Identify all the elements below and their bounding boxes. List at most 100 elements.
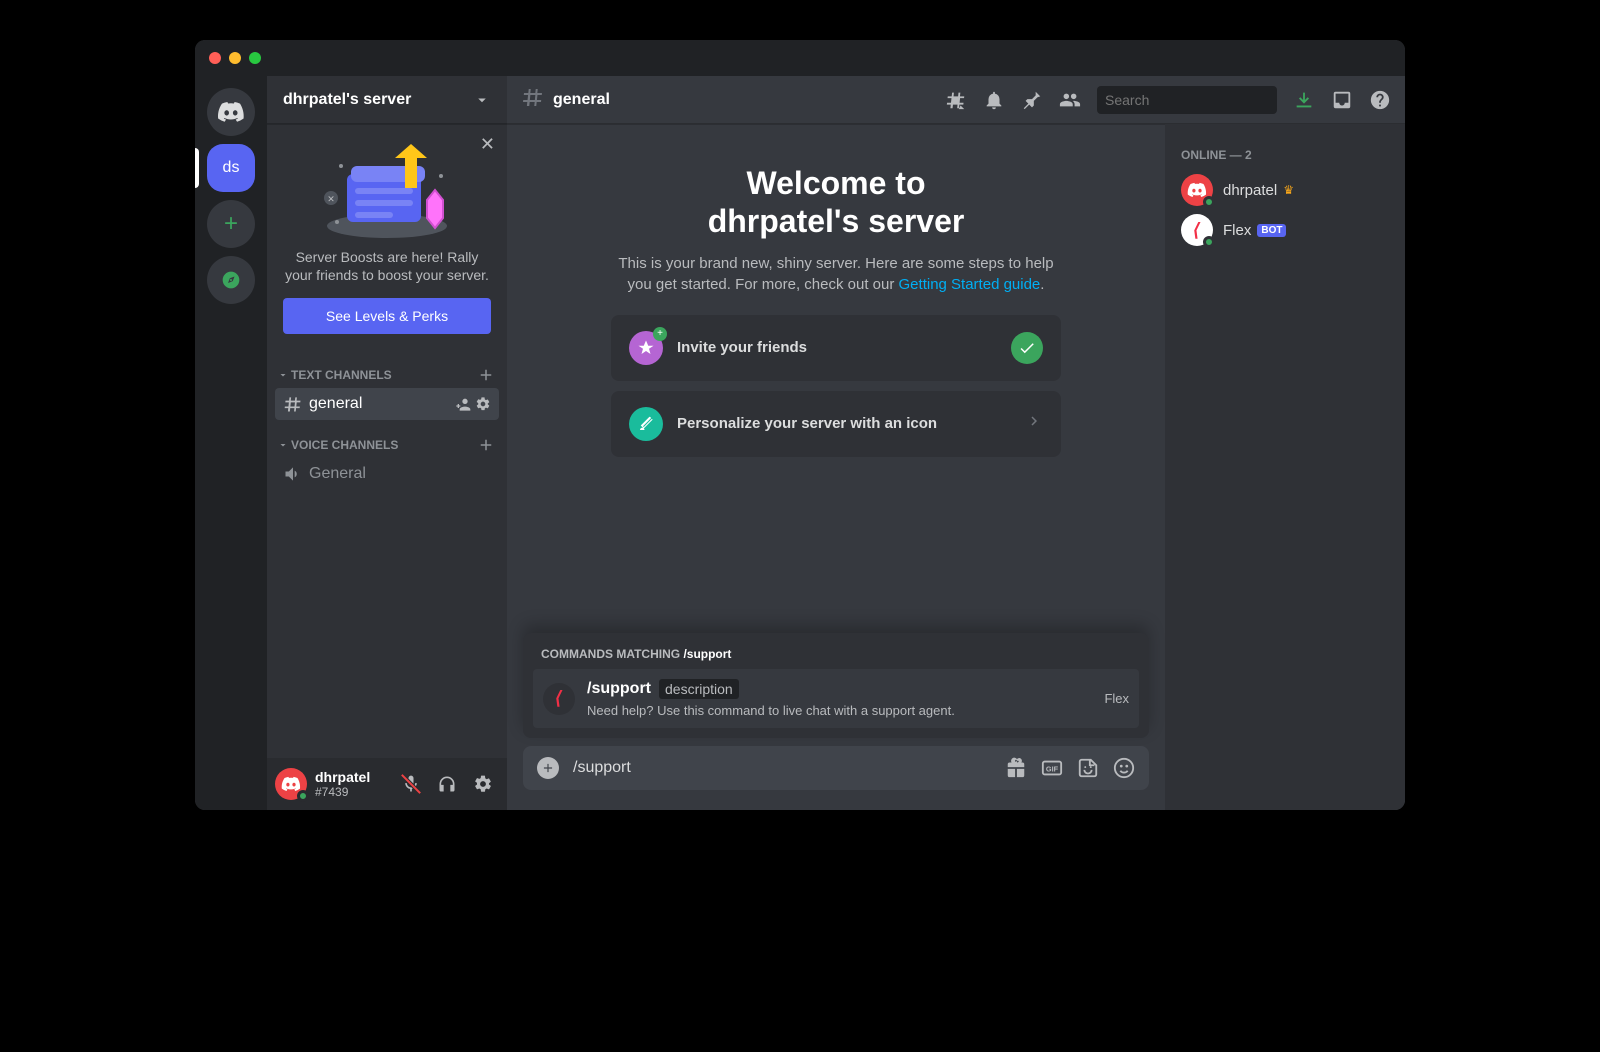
channel-title: general: [553, 91, 937, 109]
attach-button[interactable]: [537, 757, 559, 779]
pin-icon[interactable]: [1021, 89, 1043, 111]
welcome-subtitle: This is your brand new, shiny server. He…: [616, 253, 1056, 295]
bell-icon[interactable]: [983, 89, 1005, 111]
invite-icon: +: [629, 331, 663, 365]
members-icon[interactable]: [1059, 89, 1081, 111]
bot-tag: BOT: [1257, 224, 1286, 237]
gif-icon[interactable]: GIF: [1041, 757, 1063, 779]
explore-servers-button[interactable]: [207, 256, 255, 304]
member-dhrpatel[interactable]: dhrpatel ♛: [1173, 170, 1397, 210]
channel-general[interactable]: general: [275, 388, 499, 420]
getting-started-link[interactable]: Getting Started guide: [899, 276, 1041, 293]
inbox-download-icon[interactable]: [1293, 89, 1315, 111]
command-name: /support: [587, 680, 651, 698]
autocomplete-item[interactable]: ⟨ /support description Need help? Use th…: [533, 669, 1139, 728]
gear-icon: [473, 774, 493, 794]
category-label: Voice Channels: [291, 438, 398, 452]
inbox-icon[interactable]: [1331, 89, 1353, 111]
compass-icon: [221, 270, 241, 290]
message-input[interactable]: [573, 759, 991, 777]
owner-crown-icon: ♛: [1283, 183, 1294, 197]
command-autocomplete: COMMANDS MATCHING /support ⟨ /support de…: [523, 633, 1149, 738]
hash-icon: [521, 85, 545, 114]
svg-text:✕: ✕: [327, 194, 335, 204]
hash-icon: [283, 394, 303, 414]
chevron-right-icon: [1025, 412, 1043, 435]
discord-logo-icon: [217, 98, 245, 126]
threads-icon[interactable]: [945, 89, 967, 111]
close-window-button[interactable]: [209, 52, 221, 64]
speaker-icon: [283, 464, 303, 484]
user-panel: dhrpatel #7439: [267, 758, 507, 810]
server-name: dhrpatel's server: [283, 91, 411, 109]
channel-toolbar: general: [507, 76, 1405, 124]
boost-perks-button[interactable]: See Levels & Perks: [283, 298, 491, 334]
username: dhrpatel: [315, 769, 387, 785]
avatar[interactable]: [275, 768, 307, 800]
channel-sidebar: dhrpatel's server ✕ ✕: [267, 76, 507, 810]
category-label: Text Channels: [291, 368, 392, 382]
members-online-header: Online — 2: [1173, 140, 1397, 170]
home-button[interactable]: [207, 88, 255, 136]
gift-icon[interactable]: [1005, 757, 1027, 779]
chevron-down-icon: [473, 91, 491, 109]
welcome-title: Welcome todhrpatel's server: [708, 164, 965, 241]
brush-icon: [629, 407, 663, 441]
search-input[interactable]: [1105, 92, 1286, 108]
active-guild-indicator: [195, 148, 199, 188]
mute-button[interactable]: [395, 768, 427, 800]
card-personalize-server[interactable]: Personalize your server with an icon: [611, 391, 1061, 457]
guild-rail: ds +: [195, 76, 267, 810]
member-flex-bot[interactable]: ⟨ Flex BOT: [1173, 210, 1397, 250]
chat-area: Welcome todhrpatel's server This is your…: [507, 124, 1165, 810]
category-text-channels[interactable]: Text Channels: [275, 350, 499, 388]
flex-bot-icon: ⟨: [543, 683, 575, 715]
user-tag: #7439: [315, 785, 387, 799]
user-settings-button[interactable]: [467, 768, 499, 800]
add-channel-button[interactable]: [477, 366, 495, 384]
user-info[interactable]: dhrpatel #7439: [315, 769, 387, 799]
emoji-icon[interactable]: [1113, 757, 1135, 779]
gear-icon[interactable]: [475, 396, 491, 412]
voice-channel-general[interactable]: General: [275, 458, 499, 490]
boost-promo-card: ✕ ✕ Server Boosts are h: [267, 124, 507, 350]
command-source: Flex: [1104, 691, 1129, 706]
boost-artwork: ✕: [283, 140, 491, 240]
member-name: Flex: [1223, 222, 1251, 239]
status-online-icon: [1203, 236, 1215, 248]
deafen-button[interactable]: [431, 768, 463, 800]
message-composer: GIF: [507, 746, 1165, 810]
guild-dhrpatel-server[interactable]: ds: [207, 144, 255, 192]
headphones-icon: [437, 774, 457, 794]
category-voice-channels[interactable]: Voice Channels: [275, 420, 499, 458]
card-label: Personalize your server with an icon: [677, 415, 1011, 432]
traffic-lights: [209, 52, 261, 64]
add-server-button[interactable]: +: [207, 200, 255, 248]
app-window: ds + dhrpatel's server ✕: [195, 40, 1405, 810]
card-label: Invite your friends: [677, 339, 997, 356]
member-list: Online — 2 dhrpatel ♛ ⟨ Flex BOT: [1165, 124, 1405, 810]
check-icon: [1011, 332, 1043, 364]
search-box[interactable]: [1097, 86, 1277, 114]
member-name: dhrpatel: [1223, 182, 1277, 199]
server-header[interactable]: dhrpatel's server: [267, 76, 507, 124]
sticker-icon[interactable]: [1077, 757, 1099, 779]
invite-icon[interactable]: [455, 396, 471, 412]
boost-promo-text: Server Boosts are here! Rally your frien…: [283, 248, 491, 284]
main-content: general We: [507, 76, 1405, 810]
add-channel-button[interactable]: [477, 436, 495, 454]
autocomplete-header: COMMANDS MATCHING /support: [533, 643, 1139, 669]
svg-text:GIF: GIF: [1046, 765, 1059, 774]
channel-name: general: [309, 395, 449, 413]
titlebar: [195, 40, 1405, 76]
command-description-tag: description: [659, 679, 739, 699]
status-online-icon: [1203, 196, 1215, 208]
status-online-icon: [297, 790, 309, 802]
avatar: [1181, 174, 1213, 206]
close-icon[interactable]: ✕: [480, 134, 495, 155]
maximize-window-button[interactable]: [249, 52, 261, 64]
avatar: ⟨: [1181, 214, 1213, 246]
minimize-window-button[interactable]: [229, 52, 241, 64]
help-icon[interactable]: [1369, 89, 1391, 111]
card-invite-friends[interactable]: + Invite your friends: [611, 315, 1061, 381]
